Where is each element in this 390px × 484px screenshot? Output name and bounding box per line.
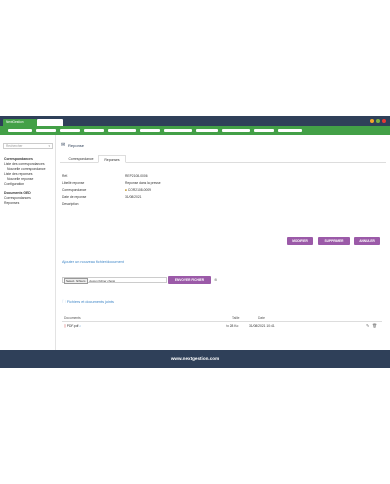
file-name-link[interactable]: PDF.pdf — [67, 324, 79, 328]
chevron-down-icon: ▾ — [48, 144, 50, 148]
column-header-size: Taille — [232, 316, 240, 320]
menu-item[interactable] — [140, 129, 160, 132]
menu-item[interactable] — [278, 129, 302, 132]
folder-open-icon: 🗀 — [62, 300, 66, 304]
file-size-text: 28 Ko — [229, 324, 239, 328]
menu-item[interactable] — [108, 129, 136, 132]
delete-icon[interactable]: 🗑 — [372, 323, 377, 328]
field-value-date: 31/08/2021 — [125, 195, 142, 199]
minimize-dot-icon[interactable] — [370, 119, 374, 123]
title-bar: NextGestion — [0, 116, 390, 126]
reply-icon: ✉ — [61, 142, 66, 148]
field-label-date: Date de reponse — [62, 195, 87, 199]
field-label-description: Description — [62, 202, 79, 206]
menu-item[interactable] — [36, 129, 56, 132]
link-icon: ⇆ — [226, 324, 229, 328]
field-label-libelle: Libellé reponse — [62, 181, 85, 185]
search-icon[interactable]: ⌕ — [79, 324, 81, 328]
pdf-file-icon: ▯ — [64, 324, 66, 328]
menu-item[interactable] — [164, 129, 192, 132]
top-menu-bar — [0, 126, 390, 135]
sidebar-item-liste-correspondances[interactable]: Liste des correspondances — [4, 162, 45, 166]
search-placeholder: Rechercher — [6, 144, 23, 148]
tab-bar: Correspondance Reponses — [60, 153, 386, 163]
file-row-date: 31/08/2021 10:41 — [249, 324, 275, 328]
column-header-documents: Documents — [64, 316, 81, 320]
folder-icon: ■ — [125, 188, 127, 192]
sidebar-item-configuration[interactable]: Configuration — [4, 182, 24, 186]
sidebar-item-nouvelle-reponse[interactable]: Nouvelle reponse — [7, 177, 33, 181]
app-tab[interactable]: NextGestion — [3, 119, 37, 126]
tab-reponses[interactable]: Reponses — [98, 155, 126, 163]
correspondance-link[interactable]: COR2108-0009 — [128, 188, 151, 192]
send-file-button[interactable]: ENVOYER FICHIER — [168, 276, 211, 284]
menu-item[interactable] — [254, 129, 274, 132]
file-row-size: ⇆ 28 Ko — [226, 324, 238, 328]
app-window: NextGestion Rechercher ▾ Correspondances… — [0, 116, 390, 368]
field-value-libelle: Reponse dans la presse — [125, 181, 161, 185]
column-header-date: Date — [258, 316, 265, 320]
tab-correspondance[interactable]: Correspondance — [64, 155, 98, 163]
sidebar-item-nouvelle-correspondance[interactable]: Nouvelle correspondance — [7, 167, 45, 171]
menu-item[interactable] — [8, 129, 32, 132]
attached-files-title: 🗀 Fichiers et documents joints — [62, 300, 114, 306]
file-row-name[interactable]: ▯ PDF.pdf ⌕ — [64, 324, 81, 328]
delete-button[interactable]: SUPPRIMER — [318, 237, 350, 245]
menu-item[interactable] — [196, 129, 218, 132]
attached-files-title-text: Fichiers et documents joints — [66, 300, 114, 304]
footer-url[interactable]: www.nextgestion.com — [0, 356, 390, 361]
clear-icon[interactable]: ⊗ — [214, 277, 217, 282]
modify-button[interactable]: MODIFIER — [287, 237, 313, 245]
menu-item[interactable] — [84, 129, 104, 132]
sidebar-item-ged-correspondances[interactable]: Correspondances — [4, 196, 31, 200]
new-tab[interactable] — [37, 119, 63, 126]
edit-icon[interactable]: ✎ — [366, 323, 369, 328]
menu-item[interactable] — [222, 129, 250, 132]
choose-file-button[interactable]: Select. fichiers — [64, 278, 88, 284]
sidebar-heading-documents-ged[interactable]: Documents GED — [4, 191, 31, 195]
close-dot-icon[interactable] — [382, 119, 386, 123]
sidebar-heading-correspondances[interactable]: Correspondances — [4, 157, 33, 161]
upload-section-title: Ajouter un nouveau fichier/document — [62, 260, 124, 264]
table-divider — [62, 321, 382, 322]
cancel-button[interactable]: ANNULER — [354, 237, 380, 245]
field-label-correspondance: Correspondance — [62, 188, 87, 192]
field-value-ref: REP2108-0006 — [125, 174, 148, 178]
footer: www.nextgestion.com — [0, 350, 390, 368]
sidebar-item-liste-reponses[interactable]: Liste des reponses — [4, 172, 32, 176]
field-value-correspondance[interactable]: ■ COR2108-0009 — [125, 188, 151, 192]
menu-item[interactable] — [60, 129, 80, 132]
sidebar: Rechercher ▾ Correspondances Liste des c… — [0, 135, 56, 350]
field-label-ref: Réf. — [62, 174, 69, 178]
search-input[interactable]: Rechercher ▾ — [3, 143, 53, 149]
file-input[interactable]: Select. fichiers Aucun fichier choisi — [62, 277, 167, 284]
main-content: ✉ Reponse Correspondance Reponses Réf. R… — [56, 135, 390, 350]
no-file-text: Aucun fichier choisi — [89, 279, 116, 283]
maximize-dot-icon[interactable] — [376, 119, 380, 123]
page-title: Reponse — [68, 143, 85, 148]
sidebar-item-ged-reponses[interactable]: Reponses — [4, 201, 19, 205]
